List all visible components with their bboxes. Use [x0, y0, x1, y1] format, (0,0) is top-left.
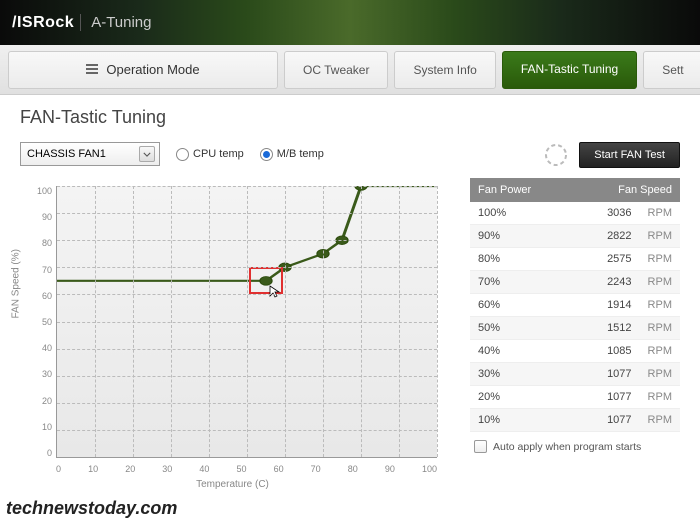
table-row: 50%1512RPM: [470, 317, 680, 340]
radio-icon: [176, 148, 189, 161]
watermark: technewstoday.com: [6, 498, 177, 519]
tab-system-info[interactable]: System Info: [394, 51, 495, 89]
col-fan-power: Fan Power: [470, 178, 577, 202]
table-row: 80%2575RPM: [470, 248, 680, 271]
tab-settings[interactable]: Sett: [643, 51, 700, 89]
tab-bar: Operation Mode OC Tweaker System Info FA…: [0, 45, 700, 95]
y-ticks: 1009080706050403020100: [30, 186, 52, 458]
radio-mb-temp[interactable]: M/B temp: [260, 148, 324, 161]
table-row: 60%1914RPM: [470, 294, 680, 317]
radio-cpu-temp[interactable]: CPU temp: [176, 148, 244, 161]
tab-oc-tweaker[interactable]: OC Tweaker: [284, 51, 388, 89]
grid-icon: [86, 64, 98, 76]
auto-apply-checkbox[interactable]: [474, 440, 487, 453]
radio-icon: [260, 148, 273, 161]
start-fan-test-button[interactable]: Start FAN Test: [579, 142, 680, 168]
auto-apply-label: Auto apply when program starts: [493, 441, 641, 453]
table-row: 100%3036RPM: [470, 202, 680, 225]
table-row: 40%1085RPM: [470, 340, 680, 363]
x-axis-label: Temperature (C): [196, 479, 269, 490]
app-header: /ISRock A-Tuning: [0, 0, 700, 45]
page-title: FAN-Tastic Tuning: [20, 107, 680, 128]
tab-operation-mode[interactable]: Operation Mode: [8, 51, 278, 89]
cursor-icon: [268, 284, 282, 298]
fan-select-dropdown[interactable]: CHASSIS FAN1: [20, 142, 160, 166]
app-name: A-Tuning: [80, 14, 151, 31]
table-row: 90%2822RPM: [470, 225, 680, 248]
fan-curve-chart[interactable]: FAN Speed (%) 1009080706050403020100 010…: [20, 178, 445, 488]
fan-speed-table: Fan Power Fan Speed 100%3036RPM90%2822RP…: [470, 178, 680, 432]
table-row: 20%1077RPM: [470, 386, 680, 409]
col-fan-speed: Fan Speed: [577, 178, 680, 202]
brand-logo: /ISRock: [12, 14, 74, 32]
table-row: 10%1077RPM: [470, 409, 680, 432]
chevron-down-icon: [139, 146, 155, 162]
spinner-icon: [543, 142, 569, 168]
y-axis-label: FAN Speed (%): [11, 249, 22, 318]
table-row: 70%2243RPM: [470, 271, 680, 294]
table-row: 30%1077RPM: [470, 363, 680, 386]
tab-fantastic-tuning[interactable]: FAN-Tastic Tuning: [502, 51, 637, 89]
x-ticks: 0102030405060708090100: [56, 464, 437, 474]
